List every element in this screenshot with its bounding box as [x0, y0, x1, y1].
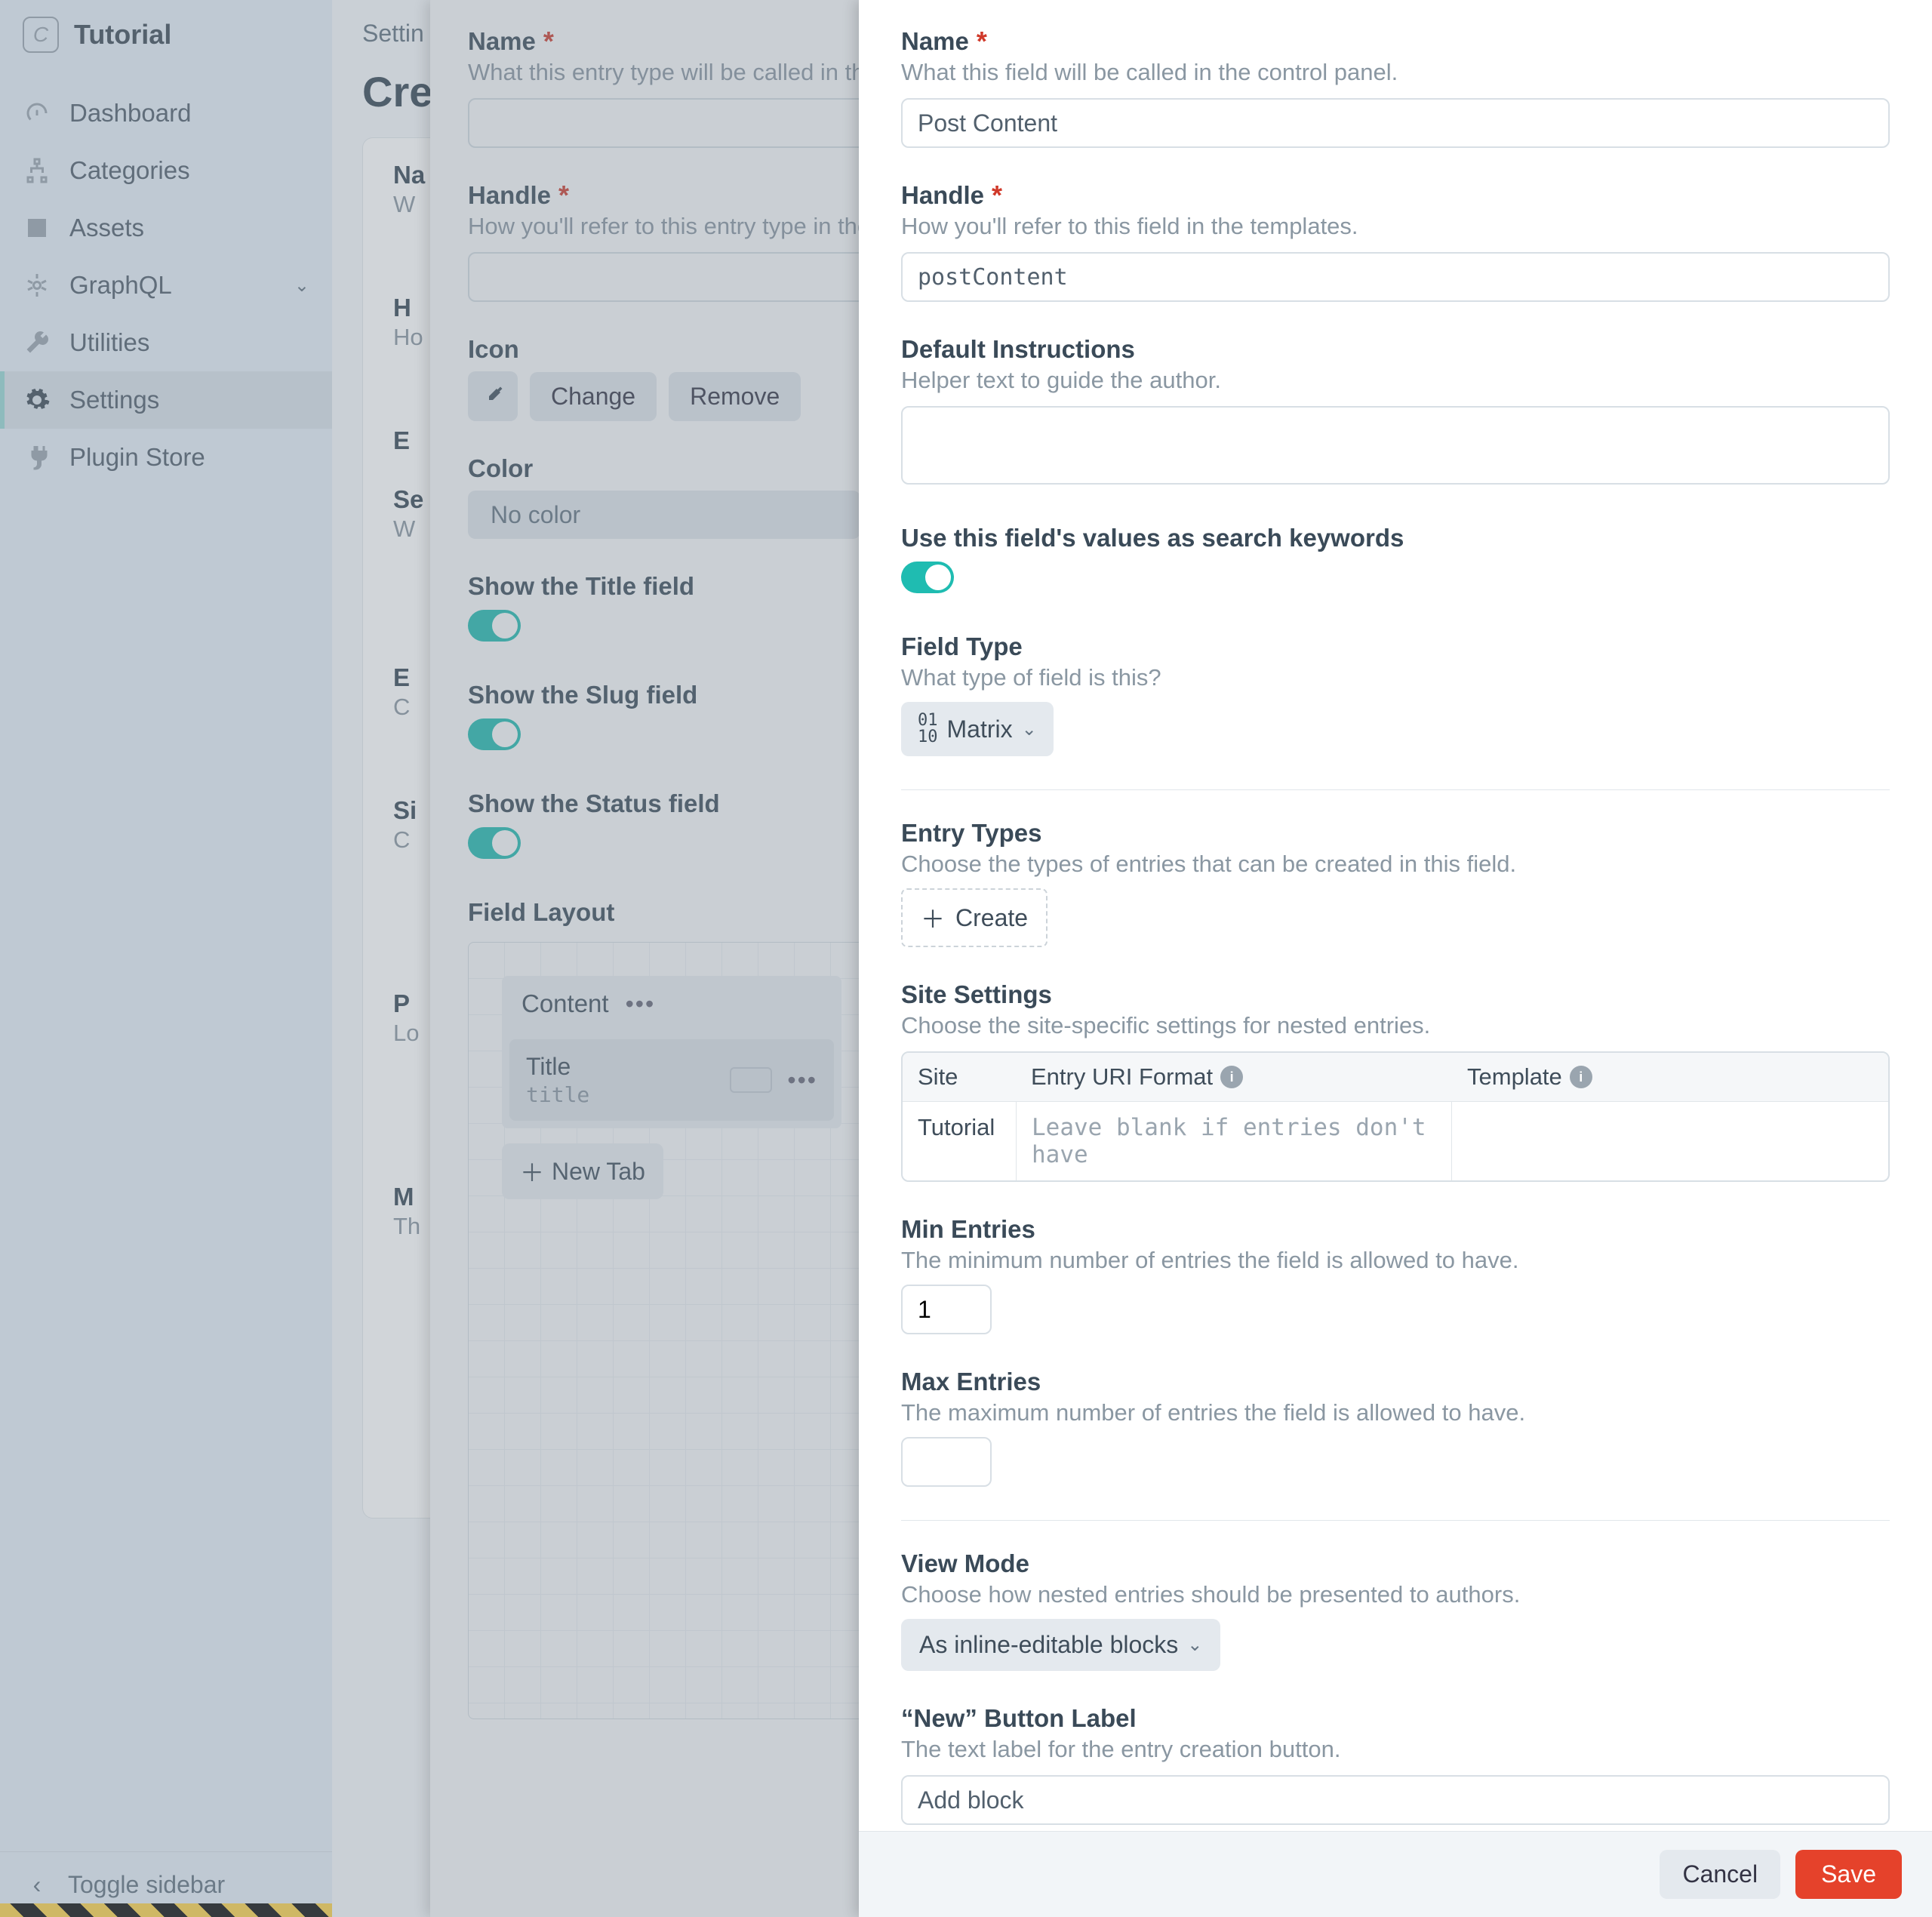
chevron-down-icon: ⌄	[1022, 718, 1037, 740]
info-icon[interactable]: i	[1220, 1066, 1243, 1088]
divider	[901, 1520, 1890, 1521]
create-label: Create	[955, 904, 1028, 932]
max-entries-desc: The maximum number of entries the field …	[901, 1399, 1890, 1426]
divider	[901, 789, 1890, 790]
plus-icon: ＋	[921, 900, 945, 935]
max-entries-label: Max Entries	[901, 1368, 1890, 1396]
view-mode-select[interactable]: As inline-editable blocks ⌄	[901, 1619, 1220, 1671]
new-button-label-label: “New” Button Label	[901, 1704, 1890, 1733]
site-settings-label: Site Settings	[901, 980, 1890, 1009]
col-uri: Entry URI Format	[1031, 1063, 1213, 1091]
row-site: Tutorial	[903, 1102, 1016, 1180]
site-settings-desc: Choose the site-specific settings for ne…	[901, 1012, 1890, 1039]
instructions-desc: Helper text to guide the author.	[901, 367, 1890, 394]
instructions-input[interactable]	[901, 406, 1890, 485]
chevron-down-icon: ⌄	[1187, 1634, 1202, 1656]
new-button-label-desc: The text label for the entry creation bu…	[901, 1736, 1890, 1763]
uri-format-input[interactable]: Leave blank if entries don't have	[1016, 1102, 1452, 1180]
create-entry-type-button[interactable]: ＋ Create	[901, 888, 1048, 947]
view-mode-value: As inline-editable blocks	[919, 1631, 1178, 1659]
field-type-desc: What type of field is this?	[901, 664, 1890, 691]
field-type-value: Matrix	[947, 715, 1013, 743]
template-input[interactable]	[1452, 1102, 1888, 1180]
cancel-button[interactable]: Cancel	[1660, 1850, 1780, 1899]
field-slideout: Name * What this field will be called in …	[859, 0, 1932, 1917]
min-entries-input[interactable]	[901, 1285, 992, 1334]
search-keywords-toggle[interactable]	[901, 562, 954, 593]
col-template: Template	[1467, 1063, 1562, 1091]
name-label: Name	[901, 27, 969, 56]
required-icon: *	[992, 182, 1002, 209]
max-entries-input[interactable]	[901, 1437, 992, 1487]
instructions-label: Default Instructions	[901, 335, 1890, 364]
field-handle-input[interactable]	[901, 252, 1890, 302]
col-site: Site	[903, 1053, 1016, 1101]
search-keywords-label: Use this field's values as search keywor…	[901, 524, 1890, 552]
entry-types-label: Entry Types	[901, 819, 1890, 848]
min-entries-label: Min Entries	[901, 1215, 1890, 1244]
field-type-label: Field Type	[901, 632, 1890, 661]
min-entries-desc: The minimum number of entries the field …	[901, 1247, 1890, 1274]
matrix-icon: 0110	[918, 712, 938, 746]
slideout-footer: Cancel Save	[859, 1831, 1932, 1917]
handle-label: Handle	[901, 181, 984, 210]
handle-desc: How you'll refer to this field in the te…	[901, 213, 1890, 240]
field-name-input[interactable]	[901, 98, 1890, 148]
required-icon: *	[977, 28, 987, 55]
new-button-label-input[interactable]	[901, 1775, 1890, 1825]
entry-types-desc: Choose the types of entries that can be …	[901, 851, 1890, 878]
site-settings-table: Site Entry URI Format i Template i Tutoria…	[901, 1051, 1890, 1182]
view-mode-label: View Mode	[901, 1549, 1890, 1578]
info-icon[interactable]: i	[1570, 1066, 1592, 1088]
name-desc: What this field will be called in the co…	[901, 59, 1890, 86]
view-mode-desc: Choose how nested entries should be pres…	[901, 1581, 1890, 1608]
field-type-select[interactable]: 0110 Matrix ⌄	[901, 702, 1054, 756]
save-button[interactable]: Save	[1795, 1850, 1902, 1899]
